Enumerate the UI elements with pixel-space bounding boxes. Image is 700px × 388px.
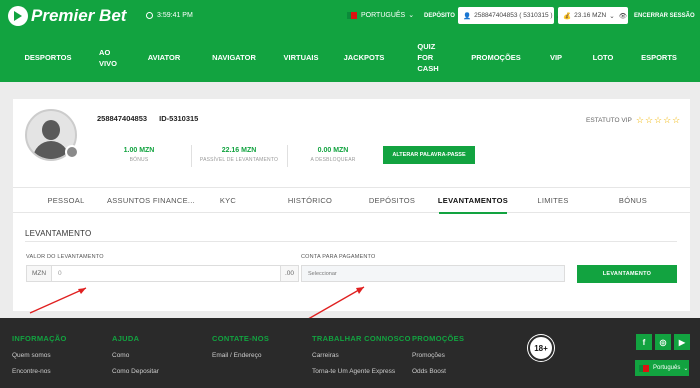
footer-link[interactable]: Quem somos <box>12 352 67 359</box>
footer-language-label: Português <box>653 365 681 371</box>
footer: INFORMAÇÃO Quem somos Encontre-nos AJUDA… <box>0 318 700 388</box>
footer-link[interactable]: Como Depositar <box>112 368 159 375</box>
footer-heading: TRABALHAR CONNOSCO <box>312 334 411 343</box>
footer-link[interactable]: Email / Endereço <box>212 352 269 359</box>
footer-heading: PROMOÇÕES <box>412 334 465 343</box>
footer-col-ajuda: AJUDA Como Como Depositar <box>112 334 159 375</box>
portugal-flag-icon <box>639 364 649 372</box>
footer-col-trabalhar-connosco: TRABALHAR CONNOSCO Carreiras Torna-te Um… <box>312 334 411 375</box>
footer-col-informacao: INFORMAÇÃO Quem somos Encontre-nos <box>12 334 67 375</box>
footer-heading: CONTATE-NOS <box>212 334 270 343</box>
footer-col-contate-nos: CONTATE-NOS Email / Endereço <box>212 334 269 359</box>
footer-link[interactable]: Carreiras <box>312 352 411 359</box>
chevron-down-icon: ⌄ <box>683 365 689 372</box>
footer-link[interactable]: Promoções <box>412 352 464 359</box>
footer-link[interactable]: Torna-te Um Agente Express <box>312 368 411 375</box>
annotation-arrow-left <box>29 287 87 314</box>
facebook-icon[interactable]: f <box>636 334 652 350</box>
footer-col-promocoes: PROMOÇÕES Promoções Odds Boost <box>412 334 464 375</box>
youtube-icon[interactable]: ▶ <box>674 334 690 350</box>
age-restriction-badge: 18+ <box>528 335 554 361</box>
footer-heading: INFORMAÇÃO <box>12 334 67 343</box>
instagram-icon[interactable]: ◎ <box>655 334 671 350</box>
footer-link[interactable]: Como <box>112 352 159 359</box>
footer-link[interactable]: Odds Boost <box>412 368 464 375</box>
footer-language-selector[interactable]: Português ⌄ <box>635 360 689 376</box>
footer-link[interactable]: Encontre-nos <box>12 368 67 375</box>
footer-heading: AJUDA <box>112 334 140 343</box>
